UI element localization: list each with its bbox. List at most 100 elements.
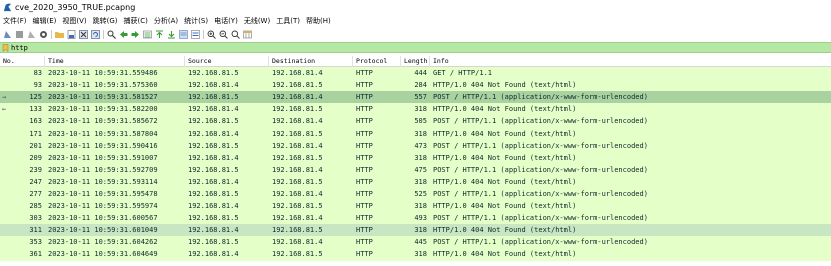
open-file-button[interactable]	[55, 30, 64, 39]
packet-time: 2023-10-11 10:59:31.575360	[48, 81, 158, 90]
auto-scroll-button[interactable]	[179, 29, 188, 39]
restart-capture-button[interactable]	[27, 30, 36, 39]
packet-info: HTTP/1.0 404 Not Found (text/html)	[433, 105, 577, 114]
packet-protocol: HTTP	[356, 105, 373, 114]
packet-destination: 192.168.81.5	[272, 81, 323, 90]
packet-row[interactable]: 285 2023-10-11 10:59:31.595974 192.168.81.…	[0, 200, 831, 213]
zoom-in-button[interactable]	[207, 30, 216, 39]
packet-row[interactable]: 171 2023-10-11 10:59:31.587804 192.168.81.…	[0, 127, 831, 140]
packet-destination: 192.168.81.4	[272, 69, 323, 78]
packet-row[interactable]: 133 ← 2023-10-11 10:59:31.582200 192.168.81…	[0, 103, 831, 116]
packet-info: POST / HTTP/1.1 (application/x-www-form-…	[433, 165, 648, 174]
column-header-no[interactable]: No.	[0, 55, 45, 67]
bookmark-icon[interactable]	[2, 43, 9, 52]
column-header-destination[interactable]: Destination	[269, 55, 353, 67]
zoom-reset-icon	[231, 30, 240, 39]
packet-no: 209	[29, 153, 42, 162]
menu-bar: 文件(F) 编辑(E) 视图(V) 跳转(G) 捕获(C) 分析(A) 统计(S…	[0, 14, 831, 27]
arrow-left-icon	[120, 30, 128, 38]
packet-source: 192.168.81.4	[188, 177, 239, 186]
packet-row[interactable]: 239 2023-10-11 10:59:31.592709 192.168.81.…	[0, 163, 831, 176]
zoom-in-icon	[207, 30, 216, 39]
packet-info: POST / HTTP/1.1 (application/x-www-form-…	[433, 214, 648, 223]
packet-source: 192.168.81.4	[188, 250, 239, 259]
menu-view[interactable]: 视图(V)	[62, 16, 86, 26]
first-packet-button[interactable]	[155, 29, 164, 39]
packet-destination: 192.168.81.4	[272, 189, 323, 198]
start-capture-button[interactable]	[3, 30, 12, 39]
packet-row[interactable]: 163 2023-10-11 10:59:31.585672 192.168.81.…	[0, 115, 831, 128]
request-arrow-icon: →	[2, 93, 7, 102]
packet-row[interactable]: 303 2023-10-11 10:59:31.600567 192.168.81.…	[0, 212, 831, 225]
packet-destination: 192.168.81.5	[272, 129, 323, 138]
packet-row[interactable]: 201 2023-10-11 10:59:31.590416 192.168.81.…	[0, 139, 831, 152]
menu-edit[interactable]: 编辑(E)	[33, 16, 57, 26]
menu-capture[interactable]: 捕获(C)	[124, 16, 148, 26]
go-to-packet-button[interactable]	[143, 30, 152, 39]
menu-help[interactable]: 帮助(H)	[306, 16, 331, 26]
packet-destination: 192.168.81.4	[272, 214, 323, 223]
resize-columns-button[interactable]	[243, 30, 252, 39]
packet-row[interactable]: 93 2023-10-11 10:59:31.575360 192.168.81.4…	[0, 79, 831, 92]
packet-time: 2023-10-11 10:59:31.581527	[48, 93, 158, 102]
last-packet-button[interactable]	[167, 30, 176, 39]
reload-file-button[interactable]	[91, 29, 100, 39]
packet-time: 2023-10-11 10:59:31.582200	[48, 105, 158, 114]
packet-source: 192.168.81.4	[188, 129, 239, 138]
column-header-source[interactable]: Source	[185, 55, 269, 67]
packet-row[interactable]: 83 2023-10-11 10:59:31.559486 192.168.81.5…	[0, 67, 831, 80]
normal-size-button[interactable]	[231, 30, 240, 39]
arrow-right-icon	[131, 30, 139, 38]
packet-row[interactable]: 353 2023-10-11 10:59:31.604262 192.168.81.…	[0, 236, 831, 249]
packet-source: 192.168.81.4	[188, 81, 239, 90]
go-back-button[interactable]	[119, 30, 128, 39]
packet-protocol: HTTP	[356, 189, 373, 198]
packet-row[interactable]: 247 2023-10-11 10:59:31.593114 192.168.81.…	[0, 175, 831, 188]
column-header-length[interactable]: Length	[401, 55, 430, 67]
folder-icon	[55, 31, 64, 38]
response-arrow-icon: ←	[2, 105, 7, 114]
packet-time: 2023-10-11 10:59:31.595478	[48, 189, 158, 198]
packet-length: 493	[414, 214, 427, 223]
menu-statistics[interactable]: 统计(S)	[184, 16, 208, 26]
column-header-time[interactable]: Time	[45, 55, 185, 67]
menu-tools[interactable]: 工具(T)	[276, 16, 300, 26]
stop-icon	[16, 30, 23, 38]
column-header-info[interactable]: Info	[430, 56, 831, 67]
display-filter-bar	[0, 42, 831, 53]
packet-list-header: No. Time Source Destination Protocol Len…	[0, 55, 831, 67]
packet-row[interactable]: 125 → 2023-10-11 10:59:31.581527 192.168.81…	[0, 91, 831, 104]
close-file-icon	[79, 29, 88, 39]
packet-time: 2023-10-11 10:59:31.559486	[48, 69, 158, 78]
window-title: cve_2020_3950_TRUE.pcapng	[15, 2, 136, 12]
packet-row[interactable]: 311 2023-10-11 10:59:31.601049 192.168.81.…	[0, 224, 831, 237]
menu-file[interactable]: 文件(F)	[3, 16, 27, 26]
colorize-icon	[191, 29, 200, 39]
capture-options-button[interactable]	[39, 30, 48, 39]
go-forward-button[interactable]	[131, 30, 140, 39]
column-header-protocol[interactable]: Protocol	[353, 55, 401, 67]
close-file-button[interactable]	[79, 29, 88, 39]
wireshark-fin-icon	[3, 3, 12, 11]
stop-capture-button[interactable]	[15, 30, 24, 39]
find-packet-button[interactable]	[107, 30, 116, 39]
packet-destination: 192.168.81.4	[272, 141, 323, 150]
save-file-button[interactable]	[67, 29, 76, 39]
menu-go[interactable]: 跳转(G)	[93, 16, 118, 26]
packet-row[interactable]: 277 2023-10-11 10:59:31.595478 192.168.81.…	[0, 187, 831, 201]
title-bar: cve_2020_3950_TRUE.pcapng	[0, 0, 831, 14]
menu-wireless[interactable]: 无线(W)	[244, 16, 270, 26]
packet-info: HTTP/1.0 404 Not Found (text/html)	[433, 81, 577, 90]
packet-length: 475	[414, 165, 427, 174]
display-filter-input[interactable]	[11, 42, 791, 53]
colorize-button[interactable]	[191, 29, 200, 39]
packet-row[interactable]: 209 2023-10-11 10:59:31.591007 192.168.81.…	[0, 151, 831, 164]
packet-destination: 192.168.81.5	[272, 153, 323, 162]
packet-info: POST / HTTP/1.1 (application/x-www-form-…	[433, 93, 648, 102]
zoom-out-button[interactable]	[219, 30, 228, 39]
menu-analyze[interactable]: 分析(A)	[154, 16, 178, 26]
packet-row[interactable]: 361 2023-10-11 10:59:31.604649 192.168.81.…	[0, 248, 831, 261]
menu-telephony[interactable]: 电话(Y)	[214, 16, 238, 26]
packet-destination: 192.168.81.5	[272, 226, 323, 235]
packet-length: 445	[414, 238, 427, 247]
